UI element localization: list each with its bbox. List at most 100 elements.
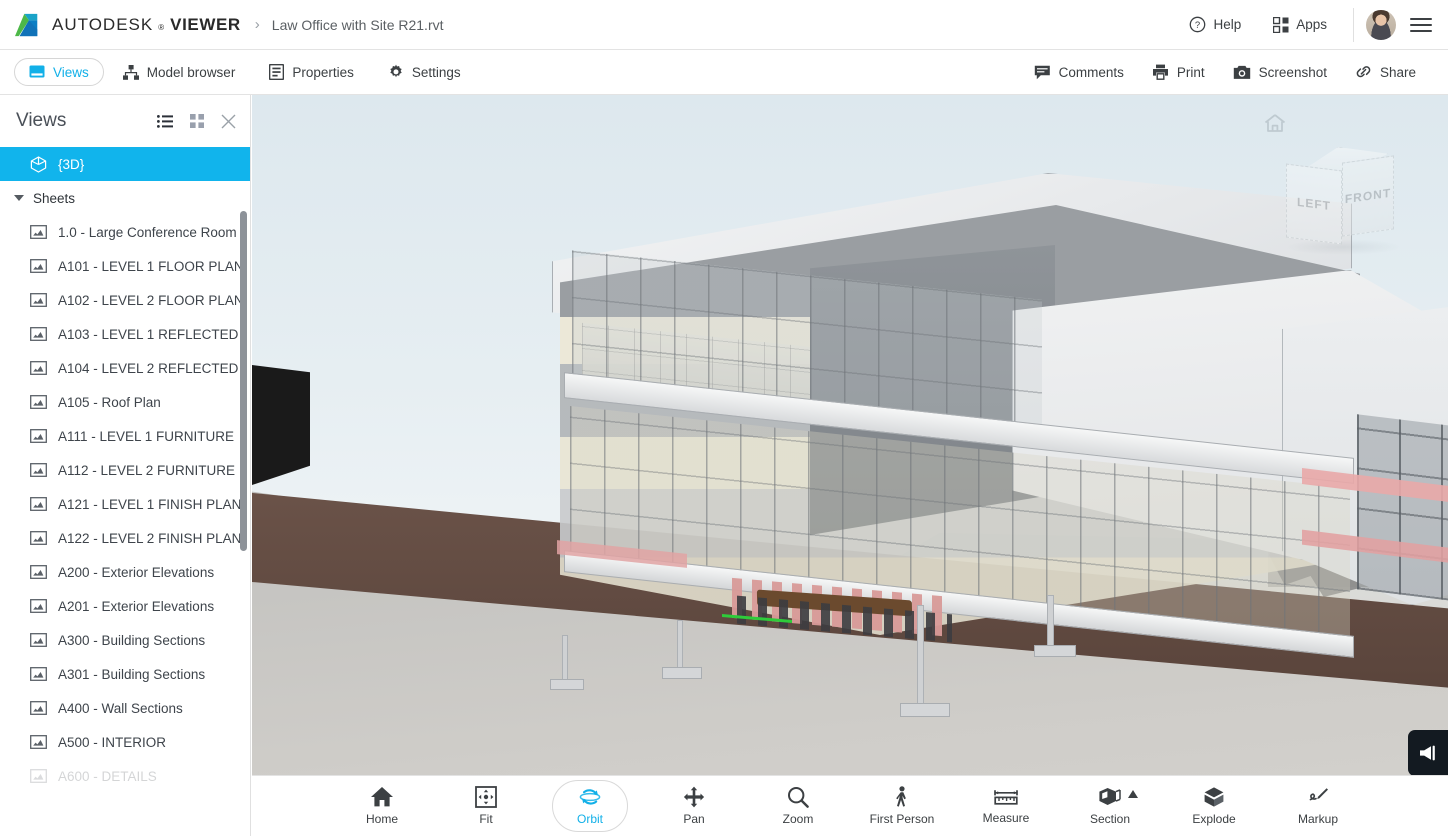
sheet-thumbnail-icon (30, 599, 47, 613)
tool-markup[interactable]: Markup (1280, 780, 1356, 832)
foundation-column-1 (562, 635, 568, 683)
sheet-item[interactable]: A104 - LEVEL 2 REFLECTED (0, 351, 250, 385)
autodesk-logo-icon (15, 13, 38, 36)
print-button[interactable]: Print (1138, 57, 1219, 87)
sheet-thumbnail-icon (30, 497, 47, 511)
tool-measure[interactable]: Measure (968, 780, 1044, 832)
tool-orbit-label: Orbit (576, 812, 603, 826)
sheets-group-header[interactable]: Sheets (0, 181, 250, 215)
brand-wordmark: AUTODESK ® VIEWER (52, 15, 241, 35)
announcements-button[interactable] (1408, 730, 1448, 776)
camera-icon (1233, 65, 1250, 79)
close-icon[interactable] (221, 114, 236, 129)
header-divider (1353, 7, 1354, 42)
sheet-item[interactable]: A400 - Wall Sections (0, 691, 250, 725)
sheet-item[interactable]: A300 - Building Sections (0, 623, 250, 657)
sheet-item[interactable]: A105 - Roof Plan (0, 385, 250, 419)
sheet-item-label: A104 - LEVEL 2 REFLECTED (58, 360, 239, 376)
share-button[interactable]: Share (1341, 57, 1430, 87)
sheet-item-label: A400 - Wall Sections (58, 700, 183, 716)
viewcube-home-icon[interactable] (1264, 113, 1286, 133)
sheet-item[interactable]: A101 - LEVEL 1 FLOOR PLAN (0, 249, 250, 283)
views-panel-header: Views (0, 95, 250, 147)
sheet-item[interactable]: A600 - DETAILS (0, 759, 250, 793)
sheet-item-label: A600 - DETAILS (58, 768, 157, 784)
sheet-item[interactable]: A121 - LEVEL 1 FINISH PLAN (0, 487, 250, 521)
views-list[interactable]: {3D} Sheets 1.0 - Large Conference Room A… (0, 147, 250, 836)
sheet-thumbnail-icon (30, 361, 47, 375)
panel-header-icons (157, 114, 236, 129)
model-viewport[interactable]: LEFT FRONT (252, 95, 1448, 836)
view-item-3d[interactable]: {3D} (0, 147, 250, 181)
foundation-footing-1 (550, 679, 584, 690)
sheet-thumbnail-icon (30, 667, 47, 681)
brand-viewer: VIEWER (170, 14, 241, 34)
sheet-item[interactable]: A500 - INTERIOR (0, 725, 250, 759)
help-button[interactable]: ? Help (1173, 0, 1257, 49)
list-view-icon[interactable] (157, 114, 173, 128)
sheet-item[interactable]: A122 - LEVEL 2 FINISH PLAN (0, 521, 250, 555)
viewcube-front-face[interactable]: FRONT (1342, 155, 1394, 237)
sheet-item-label: A300 - Building Sections (58, 632, 206, 648)
tab-properties[interactable]: Properties (254, 58, 369, 86)
sheet-thumbnail-icon (30, 701, 47, 715)
svg-text:?: ? (1195, 20, 1200, 31)
sheet-item[interactable]: A201 - Exterior Elevations (0, 589, 250, 623)
comments-button[interactable]: Comments (1020, 57, 1138, 87)
sheet-item-label: 1.0 - Large Conference Room (58, 224, 237, 240)
share-label: Share (1379, 64, 1416, 80)
sheet-item[interactable]: 1.0 - Large Conference Room (0, 215, 250, 249)
tool-section[interactable]: Section (1072, 780, 1148, 832)
tab-settings-label: Settings (411, 64, 461, 80)
sheet-item[interactable]: A102 - LEVEL 2 FLOOR PLAN (0, 283, 250, 317)
hamburger-menu-icon[interactable] (1410, 14, 1432, 36)
sheet-item[interactable]: A301 - Building Sections (0, 657, 250, 691)
viewcube-left-face[interactable]: LEFT (1286, 163, 1342, 245)
tool-section-label: Section (1089, 812, 1131, 826)
screenshot-button[interactable]: Screenshot (1219, 57, 1341, 87)
panel-title: Views (16, 110, 67, 131)
printer-icon (1152, 64, 1168, 80)
navigation-toolbar: Home Fit Orbit Pan Zoom First Person Mea… (252, 775, 1448, 836)
sidebar-scrollbar-thumb[interactable] (240, 211, 247, 551)
header-actions: ? Help Apps (1173, 0, 1448, 49)
tab-views[interactable]: Views (14, 58, 104, 86)
tool-first-person[interactable]: First Person (864, 780, 940, 832)
view-cube[interactable]: LEFT FRONT (1284, 147, 1404, 257)
magnifier-icon (788, 787, 809, 808)
tool-fit[interactable]: Fit (448, 780, 524, 832)
sheet-item-label: A111 - LEVEL 1 FURNITURE (58, 428, 235, 444)
sheet-item[interactable]: A112 - LEVEL 2 FURNITURE (0, 453, 250, 487)
sheets-list: 1.0 - Large Conference Room A101 - LEVEL … (0, 215, 250, 793)
section-dropdown-triangle-icon[interactable] (1128, 790, 1138, 798)
orbit-icon (579, 789, 601, 805)
brand-area[interactable]: AUTODESK ® VIEWER (0, 12, 241, 38)
tool-zoom[interactable]: Zoom (760, 780, 836, 832)
tab-properties-label: Properties (292, 64, 354, 80)
properties-list-icon (269, 64, 285, 80)
sheet-item-label: A121 - LEVEL 1 FINISH PLAN (58, 496, 242, 512)
tab-model-browser[interactable]: Model browser (108, 58, 251, 86)
grid-view-icon[interactable] (190, 114, 204, 128)
sheet-item-label: A500 - INTERIOR (58, 734, 167, 750)
tab-settings[interactable]: Settings (373, 58, 476, 86)
toolbar-right-group: Comments Print Screenshot Share (1020, 57, 1448, 87)
foundation-footing-4 (1034, 645, 1076, 657)
avatar[interactable] (1366, 9, 1396, 40)
comments-label: Comments (1058, 64, 1124, 80)
entry-curtain-wall (1357, 414, 1448, 611)
apps-button[interactable]: Apps (1257, 0, 1343, 49)
sheet-item[interactable]: A111 - LEVEL 1 FURNITURE (0, 419, 250, 453)
tool-home[interactable]: Home (344, 780, 420, 832)
model-tree-icon (122, 64, 139, 80)
views-panel-icon (29, 65, 45, 78)
tool-explode[interactable]: Explode (1176, 780, 1252, 832)
pan-arrows-icon (683, 786, 705, 808)
sheet-item[interactable]: A103 - LEVEL 1 REFLECTED (0, 317, 250, 351)
sheet-thumbnail-icon (30, 531, 47, 545)
autodesk-viewer-app: AUTODESK ® VIEWER › Law Office with Site … (0, 0, 1448, 836)
view-item-3d-label: {3D} (58, 156, 85, 172)
sheet-item[interactable]: A200 - Exterior Elevations (0, 555, 250, 589)
tool-pan[interactable]: Pan (656, 780, 732, 832)
tool-orbit[interactable]: Orbit (552, 780, 628, 832)
